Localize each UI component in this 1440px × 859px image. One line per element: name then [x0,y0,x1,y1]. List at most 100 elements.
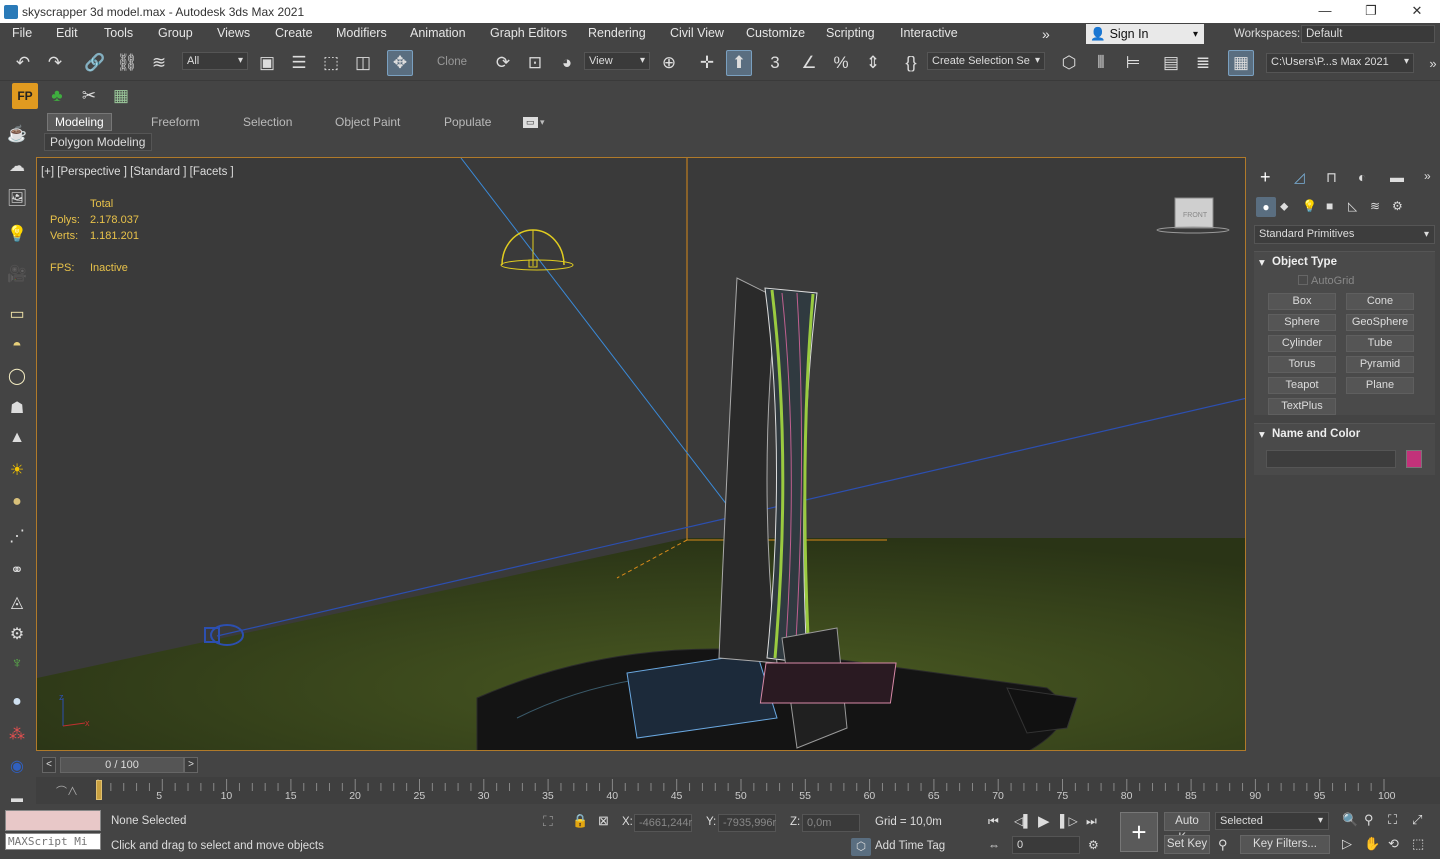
minimize-button[interactable]: — [1302,0,1348,23]
x-coordinate-field[interactable]: -4661,244r [634,814,692,832]
menu-file[interactable]: File [12,26,32,40]
menu-edit[interactable]: Edit [56,26,78,40]
maximize-viewport-icon[interactable]: ⬚ [1412,836,1424,852]
selection-set-dropdown[interactable]: Create Selection Se [927,52,1045,70]
sphere-button[interactable]: Sphere [1268,314,1336,331]
next-frame-button[interactable]: > [184,757,198,773]
material-icon[interactable]: ⁂ [5,722,29,746]
textplus-button[interactable]: TextPlus [1268,398,1336,415]
orbit-icon[interactable]: ⟲ [1388,836,1399,852]
panel-overflow-icon[interactable]: » [1424,169,1431,183]
chevron-down-icon[interactable]: ▾ [540,117,545,128]
select-by-name-icon[interactable]: ☰ [286,50,312,76]
lock-icon[interactable]: 🔒 [572,813,588,829]
zoom-icon[interactable]: 🔍 [1342,812,1358,828]
cylinder-button[interactable]: Cylinder [1268,335,1336,352]
teapot-icon[interactable]: ☕ [5,122,29,146]
name-and-color-title[interactable]: Name and Color [1254,424,1435,444]
object-color-swatch[interactable] [1406,450,1422,468]
grid-tool-icon[interactable]: ⋰ [5,524,29,548]
object-type-title[interactable]: Object Type [1254,252,1435,272]
tab-populate[interactable]: Populate [444,115,491,129]
railclone-icon[interactable]: ♣ [44,83,70,109]
lights-icon[interactable]: 💡 [1302,199,1317,213]
window-crossing-icon[interactable]: ◫ [350,50,376,76]
field-of-view-icon[interactable]: ▷ [1342,836,1352,852]
tools-icon[interactable]: ✂ [76,83,102,109]
render-icon[interactable]: ◉ [5,754,29,778]
key-filter-icon[interactable]: ⚲ [1218,837,1228,853]
box-button[interactable]: Box [1268,293,1336,310]
cameras-icon[interactable]: ■ [1326,199,1333,213]
unlink-icon[interactable]: ⛓ [114,50,140,76]
menu-tools[interactable]: Tools [104,26,133,40]
pan-icon[interactable]: ✋ [1364,836,1380,852]
perspective-viewport[interactable]: FRONT z x [+] [Perspective ] [Standard ]… [36,157,1246,751]
menu-rendering[interactable]: Rendering [588,26,646,40]
plane-icon[interactable]: ▭ [5,302,29,326]
gear-icon[interactable]: ⚙ [5,622,29,646]
light-icon[interactable]: 💡 [5,222,29,246]
redo-icon[interactable]: ↷ [42,50,68,76]
clone-label[interactable]: Clone [437,56,467,68]
geosphere-button[interactable]: GeoSphere [1346,314,1414,331]
glass-sphere-icon[interactable]: ● [5,690,29,714]
add-key-icon[interactable]: + [1120,812,1158,852]
pivot-icon[interactable]: ⊕ [656,50,682,76]
select-and-move-icon[interactable]: ✥ [387,50,413,76]
snap-toggle-icon[interactable]: 3 [762,50,788,76]
workspaces-dropdown[interactable]: Default [1301,25,1435,43]
named-selection-icon[interactable]: ⬡ [1056,50,1082,76]
zoom-extents-icon[interactable]: ⛶ [1388,812,1397,828]
cloud-icon[interactable]: ☁ [5,154,29,178]
menu-animation[interactable]: Animation [410,26,466,40]
goto-end-icon[interactable]: ⏭ [1086,814,1097,829]
y-coordinate-field[interactable]: -7935,996r [718,814,776,832]
menu-civil-view[interactable]: Civil View [670,26,724,40]
next-key-icon[interactable]: ▌▷ [1060,814,1078,828]
particles-icon[interactable]: ⚭ [5,558,29,582]
polygon-modeling-panel[interactable]: Polygon Modeling [44,133,152,151]
create-tab-icon[interactable]: + [1260,167,1271,188]
motion-tab-icon[interactable]: ◐ [1358,169,1366,185]
pyramid-icon[interactable]: ◬ [5,590,29,614]
z-coordinate-field[interactable]: 0,0m [802,814,860,832]
current-frame-field[interactable]: 0 [1012,836,1080,854]
project-path-dropdown[interactable]: C:\Users\P...s Max 2021 [1266,53,1414,73]
tab-freeform[interactable]: Freeform [151,115,200,129]
scale-icon[interactable]: ⊡ [522,50,548,76]
undo-icon[interactable]: ↶ [10,50,36,76]
image-icon[interactable]: 🖼 [5,186,29,210]
tab-object-paint[interactable]: Object Paint [335,115,400,129]
teapot-grid-icon[interactable]: ☗ [5,396,29,420]
tab-selection[interactable]: Selection [243,115,292,129]
time-config-icon[interactable]: ⚙ [1088,838,1099,852]
autogrid-checkbox[interactable]: AutoGrid [1298,275,1354,287]
cone-button[interactable]: Cone [1346,293,1414,310]
zoom-extents-all-icon[interactable]: ⤢ [1412,812,1422,828]
time-tag-icon[interactable]: ⬡ [851,838,871,856]
rect-selection-icon[interactable]: ⬚ [318,50,344,76]
tube-button[interactable]: Tube [1346,335,1414,352]
tab-modeling[interactable]: Modeling [47,113,112,131]
viewcube[interactable]: FRONT [1156,197,1230,234]
layer-explorer-icon[interactable]: ≣ [1190,50,1216,76]
menu-graph-editors[interactable]: Graph Editors [490,26,567,40]
bind-space-warp-icon[interactable]: ≋ [146,50,172,76]
shapes-icon[interactable]: ⬥ [1280,199,1288,214]
sign-in-button[interactable]: 👤 Sign In ▾ [1086,24,1204,44]
hierarchy-tab-icon[interactable]: ⊓ [1326,169,1337,186]
maxscript-listener-output[interactable] [5,810,101,831]
ribbon-toggle-icon[interactable]: ▦ [1228,50,1254,76]
select-manipulate-icon[interactable]: ✛ [694,50,720,76]
grass-icon[interactable]: ♆ [5,652,29,676]
key-mode-toggle-icon[interactable]: ⇔ [988,838,1000,852]
camera-icon[interactable]: 🎥 [5,262,29,286]
mirror-icon[interactable]: ⫴ [1088,50,1114,76]
ribbon-options-icon[interactable]: ▭ [523,117,538,128]
viewport-label[interactable]: [+] [Perspective ] [Standard ] [Facets ] [41,166,234,178]
menu-modifiers[interactable]: Modifiers [336,26,387,40]
scene-explorer-icon[interactable]: ▤ [1158,50,1184,76]
percent-snap-icon[interactable]: % [828,50,854,76]
absolute-mode-icon[interactable]: ⊠ [598,813,609,829]
